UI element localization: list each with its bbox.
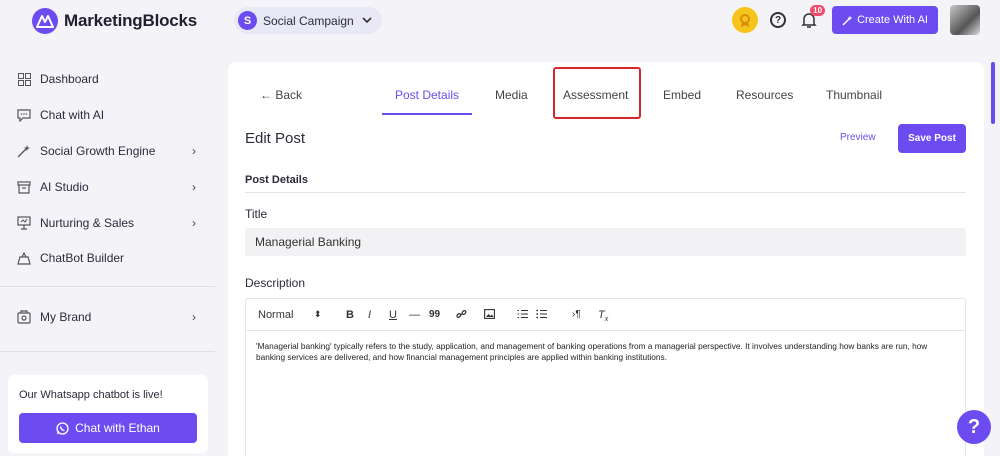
chat-with-ethan-button[interactable]: Chat with Ethan [19, 413, 197, 443]
format-select[interactable]: Normal [258, 309, 293, 321]
chat-with-ethan-label: Chat with Ethan [75, 421, 160, 435]
sidebar-divider [0, 286, 215, 287]
logo-text: MarketingBlocks [64, 11, 198, 30]
create-with-ai-label: Create With AI [857, 14, 928, 26]
archive-icon [16, 179, 32, 195]
horizontal-rule-button[interactable]: — [409, 309, 420, 321]
title-input[interactable] [245, 228, 966, 256]
edit-post-panel: ← Back Post Details Media Assessment Emb… [228, 62, 984, 456]
magic-wand-icon [16, 143, 32, 159]
paragraph-direction-icon[interactable]: ›¶ [572, 309, 581, 320]
avatar[interactable] [950, 5, 980, 35]
page-title: Edit Post [245, 130, 306, 147]
tab-embed[interactable]: Embed [663, 88, 701, 102]
chevron-right-icon: › [192, 144, 196, 158]
sidebar-item-ai-studio[interactable]: AI Studio › [16, 176, 196, 198]
sidebar-item-label: Dashboard [40, 72, 99, 86]
chevron-right-icon: › [192, 180, 196, 194]
sidebar-item-nurturing-sales[interactable]: Nurturing & Sales › [16, 212, 196, 234]
whatsapp-text: Our Whatsapp chatbot is live! [19, 389, 163, 401]
title-label: Title [245, 207, 268, 221]
active-tab-indicator [382, 113, 472, 115]
sidebar-item-my-brand[interactable]: My Brand › [16, 306, 196, 328]
tab-media[interactable]: Media [495, 88, 528, 102]
campaign-name: Social Campaign [263, 13, 354, 28]
bell-icon[interactable]: 10 [798, 5, 826, 31]
medal-icon[interactable] [732, 7, 759, 33]
header-actions: ? 10 Create With AI [732, 5, 980, 35]
chat-icon [16, 107, 32, 123]
section-title: Post Details [245, 174, 308, 186]
sidebar-item-chatbot-builder[interactable]: ChatBot Builder [16, 247, 196, 269]
whatsapp-card: Our Whatsapp chatbot is live! Chat with … [8, 375, 208, 453]
tab-resources[interactable]: Resources [736, 88, 793, 102]
assessment-highlight-box [553, 67, 641, 119]
ordered-list-icon[interactable] [517, 309, 528, 322]
preview-link[interactable]: Preview [840, 132, 876, 143]
chevron-right-icon: › [192, 310, 196, 324]
description-editor: Normal ⬍ B I U — 99 ›¶ Tx 'Managerial ba… [245, 298, 966, 456]
chevron-right-icon: › [192, 216, 196, 230]
help-chat-button[interactable]: ? [957, 410, 991, 444]
brand-icon [16, 309, 32, 325]
tab-post-details[interactable]: Post Details [395, 88, 459, 102]
tab-thumbnail[interactable]: Thumbnail [826, 88, 882, 102]
top-bar: MarketingBlocks S Social Campaign ? 10 C… [0, 0, 1000, 40]
sidebar-item-label: Nurturing & Sales [40, 216, 135, 230]
italic-button[interactable]: I [368, 309, 371, 321]
back-link[interactable]: ← Back [260, 88, 302, 102]
sidebar-item-label: My Brand [40, 310, 92, 324]
help-icon[interactable]: ? [770, 12, 787, 28]
logo-icon [32, 8, 58, 34]
sidebar-item-label: Chat with AI [40, 108, 105, 122]
bold-button[interactable]: B [346, 309, 354, 321]
create-with-ai-button[interactable]: Create With AI [832, 6, 938, 34]
clear-format-icon[interactable]: Tx [598, 309, 608, 323]
sidebar-item-label: AI Studio [40, 180, 89, 194]
campaign-selector[interactable]: S Social Campaign [234, 7, 382, 34]
chevron-down-icon [362, 15, 372, 26]
sidebar-item-label: Social Growth Engine [40, 144, 156, 158]
link-icon[interactable] [456, 309, 467, 323]
tab-bar: ← Back Post Details Media Assessment Emb… [228, 62, 984, 119]
chatbot-icon [16, 250, 32, 266]
sidebar-divider [0, 351, 215, 352]
quote-button[interactable]: 99 [429, 309, 440, 320]
description-text[interactable]: 'Managerial banking' typically refers to… [256, 341, 956, 363]
editor-toolbar: Normal ⬍ B I U — 99 ›¶ Tx [246, 299, 965, 331]
logo[interactable]: MarketingBlocks [32, 8, 197, 34]
dashboard-icon [16, 71, 32, 87]
format-select-value: Normal [258, 309, 294, 321]
presentation-icon [16, 215, 32, 231]
sidebar-item-social-growth-engine[interactable]: Social Growth Engine › [16, 140, 196, 162]
bullet-list-icon[interactable] [536, 309, 547, 322]
save-post-button[interactable]: Save Post [898, 124, 966, 153]
sidebar-item-dashboard[interactable]: Dashboard [16, 68, 196, 90]
page-scrollbar[interactable] [991, 62, 995, 124]
magic-wand-icon [842, 15, 853, 26]
description-label: Description [245, 276, 306, 290]
sidebar-item-chat-with-ai[interactable]: Chat with AI [16, 104, 196, 126]
whatsapp-icon [56, 421, 69, 435]
underline-button[interactable]: U [389, 309, 397, 321]
sidebar-item-label: ChatBot Builder [40, 251, 125, 265]
image-icon[interactable] [484, 309, 495, 322]
updown-icon[interactable]: ⬍ [314, 309, 322, 320]
notification-badge: 10 [810, 5, 826, 16]
campaign-badge: S [238, 11, 257, 30]
section-divider [245, 192, 966, 193]
